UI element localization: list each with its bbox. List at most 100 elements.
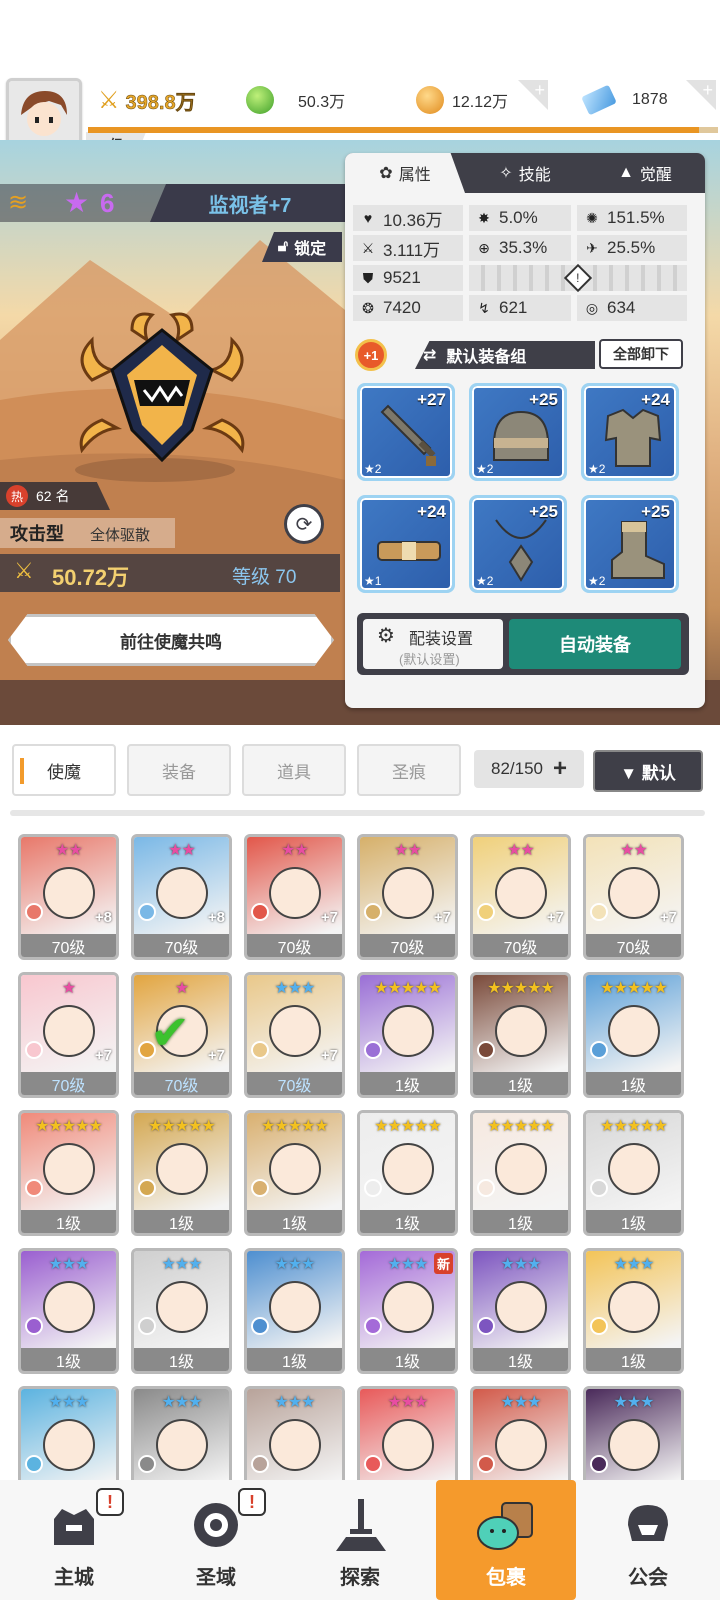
stat-defense: ⛊ 9521 [353, 265, 463, 291]
green-gem-display: 50.3万 [246, 80, 345, 120]
loadout-settings-button[interactable]: ⚙ 配装设置 (默认设置) [363, 619, 503, 669]
stat-crit: ✸ 5.0% [469, 205, 571, 231]
familiar-stars: ★★★★★ [487, 980, 555, 997]
nav-main-city[interactable]: 主城 ! [4, 1480, 144, 1600]
familiar-card[interactable]: ★★★★★ 1级 [470, 1110, 571, 1236]
power-display: ⚔ 398.8万 [98, 80, 196, 120]
familiar-face [269, 1005, 321, 1057]
element-icon [590, 1455, 608, 1473]
familiar-card[interactable]: ★★ +7 70级 [244, 834, 345, 960]
familiar-level: 70级 [21, 934, 116, 957]
tab-stigmata[interactable]: 圣痕 [357, 744, 461, 796]
equip-slot-belt[interactable]: +24 ★1 [357, 495, 455, 593]
element-icon [251, 1317, 269, 1335]
familiar-card[interactable]: ★★★ 1级 [18, 1248, 119, 1374]
familiar-level: 1级 [247, 1348, 342, 1371]
familiar-level: 1级 [586, 1348, 681, 1371]
element-icon [590, 1041, 608, 1059]
auto-equip-button[interactable]: 自动装备 [509, 619, 681, 669]
new-badge: 新 [433, 1253, 453, 1274]
expand-capacity-button[interactable]: + [553, 755, 567, 783]
tab-stigmata-label: 圣痕 [392, 762, 426, 782]
equip-enhance: +24 [417, 502, 446, 521]
familiar-card[interactable]: ★★★ [470, 1386, 571, 1486]
familiar-card[interactable]: ★★★★★ 1级 [131, 1110, 232, 1236]
familiar-card[interactable]: ★★★★★ 1级 [583, 1110, 684, 1236]
familiar-level: 1级 [586, 1072, 681, 1095]
resonate-button[interactable]: 前往使魔共鸣 [8, 614, 334, 666]
equip-slot-boots[interactable]: +25 ★2 [581, 495, 679, 593]
diamond-add-button[interactable]: + [686, 80, 716, 110]
familiar-enhance: +7 [433, 909, 451, 926]
familiar-card[interactable]: ★★★ [244, 1386, 345, 1486]
stat-res: ❂ 7420 [353, 295, 463, 321]
skills-icon: ✧ [499, 165, 513, 182]
familiar-level: 70级 [134, 1072, 229, 1095]
familiar-card[interactable]: ★★★★★ 1级 [18, 1110, 119, 1236]
bottom-nav: 主城 ! 圣域 ! 探索 包裹 公会 [0, 1480, 720, 1600]
tab-awaken[interactable]: ▲ 觉醒 [585, 153, 705, 193]
familiar-face [269, 1419, 321, 1471]
equip-slot-weapon[interactable]: +27 ★2 [357, 383, 455, 481]
familiar-card[interactable]: ★★ +8 70级 [18, 834, 119, 960]
nav-explore-label: 探索 [340, 1567, 380, 1589]
tab-familiars[interactable]: 使魔 [12, 744, 116, 796]
familiar-card[interactable]: ★★ +8 70级 [131, 834, 232, 960]
nav-bag[interactable]: 包裹 [436, 1480, 576, 1600]
tab-attributes[interactable]: ✿ 属性 [345, 153, 465, 193]
sort-button[interactable]: ▼ 默认 [593, 750, 703, 792]
familiar-face [43, 867, 95, 919]
familiar-card[interactable]: ★★ +7 70级 [357, 834, 458, 960]
unequip-all-button[interactable]: 全部卸下 [599, 339, 683, 369]
rotate-view-button[interactable]: ⟳ [284, 504, 324, 544]
diamond-icon [581, 84, 617, 116]
familiar-stars: ★★★ [613, 1256, 654, 1273]
familiar-card[interactable]: ★★★ [357, 1386, 458, 1486]
familiar-card[interactable]: ★★★ 1级 [244, 1248, 345, 1374]
crit-damage-icon: ✺ [586, 209, 598, 226]
familiar-face [269, 1281, 321, 1333]
tab-skills[interactable]: ✧ 技能 [465, 153, 585, 193]
familiar-face [382, 1281, 434, 1333]
selected-check-icon: ✔ [150, 1007, 191, 1060]
hero-level: 等级 70 [232, 567, 297, 588]
equip-enhance: +25 [529, 390, 558, 409]
familiar-card[interactable]: ★★★★★ 1级 [244, 1110, 345, 1236]
familiar-card[interactable]: ★★★★★ 1级 [470, 972, 571, 1098]
familiar-card[interactable]: ★★★ [131, 1386, 232, 1486]
familiar-card[interactable]: ★★★ 1级 [583, 1248, 684, 1374]
familiar-card[interactable]: ★ +7 70级 [18, 972, 119, 1098]
stat-speed: ✈ 25.5% [577, 235, 687, 261]
equip-slot-necklace[interactable]: +25 ★2 [469, 495, 567, 593]
familiar-card[interactable]: ★★★★★ 1级 [357, 1110, 458, 1236]
green-gem-icon [246, 86, 274, 114]
equip-set-selector[interactable]: ⇄ 默认装备组 [415, 341, 595, 369]
familiar-level: 1级 [134, 1348, 229, 1371]
familiar-card[interactable]: ★★★ [18, 1386, 119, 1486]
familiar-card[interactable]: ★ +7 70级 ✔ [131, 972, 232, 1098]
familiar-card[interactable]: ★★★★★ 1级 [357, 972, 458, 1098]
familiar-level: 70级 [247, 934, 342, 957]
familiar-stars: ★★★★★ [600, 980, 668, 997]
familiar-card[interactable]: ★★ +7 70级 [583, 834, 684, 960]
lock-button[interactable]: 🔓︎ 锁定 [262, 232, 342, 262]
nav-guild-label: 公会 [628, 1567, 668, 1589]
popularity-rank: 热 62 名 [0, 482, 110, 510]
familiar-card[interactable]: ★★★ 1级 [470, 1248, 571, 1374]
familiar-card[interactable]: ★★★ +7 70级 [244, 972, 345, 1098]
familiar-face [269, 1143, 321, 1195]
familiar-card[interactable]: ★★★★★ 1级 [583, 972, 684, 1098]
familiar-card[interactable]: ★★★ [583, 1386, 684, 1486]
familiar-card[interactable]: ★★ +7 70级 [470, 834, 571, 960]
tab-items[interactable]: 道具 [242, 744, 346, 796]
tab-equipment[interactable]: 装备 [127, 744, 231, 796]
nav-guild[interactable]: 公会 [578, 1480, 718, 1600]
familiar-stars: ★★★ [613, 1394, 654, 1411]
familiar-card[interactable]: ★★★ 1级 [131, 1248, 232, 1374]
nav-sanctuary[interactable]: 圣域 ! [146, 1480, 286, 1600]
nav-explore[interactable]: 探索 [290, 1480, 430, 1600]
gold-add-button[interactable]: + [518, 80, 548, 110]
equip-slot-armor[interactable]: +24 ★2 [581, 383, 679, 481]
familiar-card[interactable]: ★★★ 新 1级 [357, 1248, 458, 1374]
equip-slot-helmet[interactable]: +25 ★2 [469, 383, 567, 481]
